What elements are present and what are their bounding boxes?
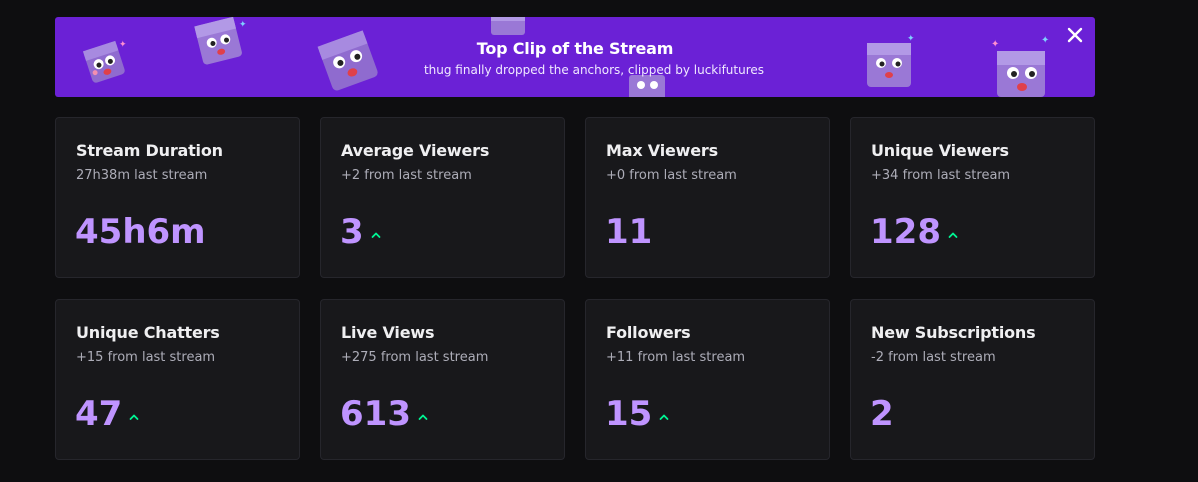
banner-subtitle[interactable]: thug finally dropped the anchors, clippe…: [93, 61, 1095, 79]
stat-value: 613: [340, 394, 411, 434]
stat-card-stream-duration: Stream Duration 27h38m last stream 45h6m: [55, 117, 300, 278]
arrow-up-icon: [371, 232, 381, 238]
stat-title: Unique Chatters: [76, 323, 220, 342]
svg-text:✦: ✦: [239, 20, 247, 30]
stat-comparison: -2 from last stream: [871, 350, 996, 365]
stat-title: Max Viewers: [606, 141, 718, 160]
stat-title: Average Viewers: [341, 141, 490, 160]
stat-card-average-viewers: Average Viewers +2 from last stream 3: [320, 117, 565, 278]
stat-value: 47: [75, 394, 123, 434]
stat-title: Live Views: [341, 323, 435, 342]
arrow-up-icon: [659, 414, 669, 420]
stat-card-unique-chatters: Unique Chatters +15 from last stream 47: [55, 299, 300, 460]
stat-comparison: +0 from last stream: [606, 168, 737, 183]
stat-title: New Subscriptions: [871, 323, 1036, 342]
arrow-up-icon: [129, 414, 139, 420]
stat-value-wrap: 613: [340, 392, 429, 436]
close-icon[interactable]: [1065, 25, 1085, 45]
stat-value-wrap: 128: [870, 210, 959, 254]
stat-card-max-viewers: Max Viewers +0 from last stream 11: [585, 117, 830, 278]
stat-value: 15: [605, 394, 653, 434]
top-clip-banner[interactable]: ✦ ✦ ✦ ✦ ✦ Top Clip of the Stream thug fi…: [55, 17, 1095, 97]
stat-title: Followers: [606, 323, 691, 342]
stat-value: 11: [605, 212, 653, 252]
stat-card-new-subscriptions: New Subscriptions -2 from last stream 2: [850, 299, 1095, 460]
arrow-up-icon: [948, 232, 958, 238]
stat-value: 128: [870, 212, 941, 252]
stat-comparison: +34 from last stream: [871, 168, 1011, 183]
mascot-icon: [491, 17, 525, 35]
stat-comparison: 27h38m last stream: [76, 168, 208, 183]
stat-comparison: +275 from last stream: [341, 350, 489, 365]
stat-title: Stream Duration: [76, 141, 223, 160]
stat-card-live-views: Live Views +275 from last stream 613: [320, 299, 565, 460]
stat-value: 3: [340, 212, 364, 252]
banner-text: Top Clip of the Stream thug finally drop…: [55, 37, 1095, 79]
stat-card-unique-viewers: Unique Viewers +34 from last stream 128: [850, 117, 1095, 278]
stat-value-wrap: 47: [75, 392, 140, 436]
stat-comparison: +11 from last stream: [606, 350, 746, 365]
stat-value-wrap: 15: [605, 392, 670, 436]
stat-value-wrap: 45h6m: [75, 210, 206, 254]
stat-value-wrap: 2: [870, 392, 894, 436]
stat-title: Unique Viewers: [871, 141, 1009, 160]
stat-value-wrap: 11: [605, 210, 652, 254]
stat-value-wrap: 3: [340, 210, 382, 254]
arrow-up-icon: [418, 414, 428, 420]
stat-comparison: +2 from last stream: [341, 168, 472, 183]
stat-value: 2: [870, 394, 894, 434]
stat-card-followers: Followers +11 from last stream 15: [585, 299, 830, 460]
banner-title: Top Clip of the Stream: [476, 39, 674, 58]
stat-comparison: +15 from last stream: [76, 350, 216, 365]
stat-value: 45h6m: [75, 212, 206, 252]
